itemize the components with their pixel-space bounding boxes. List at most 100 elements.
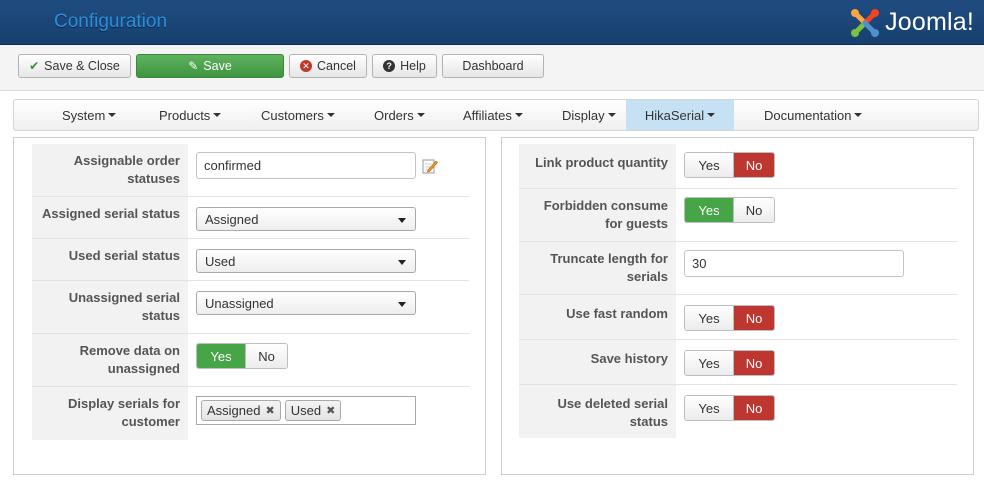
row-use-deleted-serial-status: Use deleted serial status Yes No [519,385,957,438]
caret-down-icon [607,113,616,117]
caret-down-icon [326,113,335,117]
field-label: Assignable order statuses [32,144,188,196]
menu-products-label: Products [159,107,211,123]
menu-products[interactable]: Products [159,100,222,130]
caret-down-icon [707,113,716,117]
cancel-label: Cancel [317,59,356,73]
save-button[interactable]: ✎ Save [136,54,284,78]
assigned-status-select[interactable]: Assigned [196,207,416,231]
no-option[interactable]: No [733,198,774,222]
menu-system[interactable]: System [62,100,117,130]
help-button[interactable]: ? Help [372,54,437,78]
row-used-serial-status: Used serial status Used [32,239,469,281]
row-save-history: Save history Yes No [519,340,957,385]
display-serials-tag-input[interactable]: Assigned ✖ Used ✖ [196,396,416,425]
tag-label: Assigned [207,403,261,418]
no-option[interactable]: No [733,306,774,330]
field-label: Use fast random [519,295,676,339]
dashboard-label: Dashboard [462,59,524,73]
no-option[interactable]: No [245,344,287,368]
dashboard-button[interactable]: Dashboard [442,54,544,78]
yes-option[interactable]: Yes [197,344,245,368]
right-settings-panel: Link product quantity Yes No Forbidden c… [501,137,974,475]
menu-affiliates[interactable]: Affiliates [463,100,523,130]
fast-random-toggle: Yes No [684,305,775,331]
save-history-toggle: Yes No [684,350,775,376]
joomla-wordmark: Joomla! [885,7,974,36]
field-label: Unassigned serial status [32,281,188,333]
cancel-button[interactable]: ✕ Cancel [289,54,367,78]
no-option[interactable]: No [733,153,774,177]
forbidden-consume-toggle: Yes No [684,197,775,223]
tag-used: Used ✖ [284,400,342,421]
menu-customers-label: Customers [261,107,324,123]
caret-down-icon [854,113,863,117]
field-label: Use deleted serial status [519,385,676,438]
joomla-logo-icon [851,9,880,37]
menu-orders-label: Orders [374,107,414,123]
assignable-statuses-input[interactable]: confirmed [196,152,416,179]
menu-hikaserial[interactable]: HikaSerial [626,100,734,130]
help-icon: ? [383,60,396,72]
row-use-fast-random: Use fast random Yes No [519,295,957,340]
dropdown-arrow-icon [398,302,406,307]
save-close-button[interactable]: ✔ Save & Close [18,54,131,78]
edit-pencil-icon[interactable] [422,158,438,174]
yes-option[interactable]: Yes [685,153,733,177]
field-label: Save history [519,340,676,384]
field-label: Forbidden consume for guests [519,189,676,241]
yes-option[interactable]: Yes [685,198,733,222]
tag-assigned: Assigned ✖ [201,400,281,421]
menu-orders[interactable]: Orders [374,100,425,130]
app-header: Configuration Joomla! [0,0,984,45]
yes-option[interactable]: Yes [685,306,733,330]
menu-documentation-label: Documentation [764,107,852,123]
dropdown-arrow-icon [398,218,406,223]
check-icon: ✔ [29,59,40,73]
field-label: Remove data on unassigned [32,334,188,386]
field-label: Link product quantity [519,144,676,188]
config-menu-bar: System Products Customers Orders Affilia… [13,99,979,131]
menu-customers[interactable]: Customers [261,100,335,130]
truncate-length-input[interactable]: 30 [684,250,904,277]
caret-down-icon [514,113,523,117]
field-label: Used serial status [32,239,188,280]
select-value: Assigned [205,212,259,227]
toolbar: ✔ Save & Close ✎ Save ✕ Cancel ? Help Da… [0,45,984,91]
menu-display[interactable]: Display [562,100,616,130]
select-value: Unassigned [205,296,274,311]
row-remove-data-on-unassigned: Remove data on unassigned Yes No [32,334,469,387]
field-label: Truncate length for serials [519,242,676,294]
no-option[interactable]: No [733,351,774,375]
caret-down-icon [416,113,425,117]
menu-documentation[interactable]: Documentation [764,100,863,130]
edit-icon: ✎ [188,59,199,73]
menu-system-label: System [62,107,106,123]
yes-option[interactable]: Yes [685,351,733,375]
unassigned-status-select[interactable]: Unassigned [196,291,416,315]
dropdown-arrow-icon [398,260,406,265]
left-settings-panel: Assignable order statuses confirmed Assi… [13,137,486,475]
page-title: Configuration [54,11,168,32]
row-display-serials-for-customer: Display serials for customer Assigned ✖ … [32,387,469,440]
used-status-select[interactable]: Used [196,249,416,273]
row-assignable-order-statuses: Assignable order statuses confirmed [32,144,469,197]
cancel-icon: ✕ [300,60,313,72]
row-assigned-serial-status: Assigned serial status Assigned [32,197,469,239]
remove-tag-icon[interactable]: ✖ [326,404,335,417]
help-label: Help [400,59,426,73]
field-label: Assigned serial status [32,197,188,238]
joomla-logo: Joomla! [849,4,974,40]
save-label: Save [203,59,232,73]
link-qty-toggle: Yes No [684,152,775,178]
row-forbidden-consume-for-guests: Forbidden consume for guests Yes No [519,189,957,242]
row-truncate-length-for-serials: Truncate length for serials 30 [519,242,957,295]
tag-label: Used [290,403,322,418]
yes-option[interactable]: Yes [685,396,733,420]
caret-down-icon [213,113,222,117]
select-value: Used [205,254,236,269]
save-close-label: Save & Close [44,59,120,73]
no-option[interactable]: No [733,396,774,420]
deleted-status-toggle: Yes No [684,395,775,421]
remove-tag-icon[interactable]: ✖ [265,404,274,417]
